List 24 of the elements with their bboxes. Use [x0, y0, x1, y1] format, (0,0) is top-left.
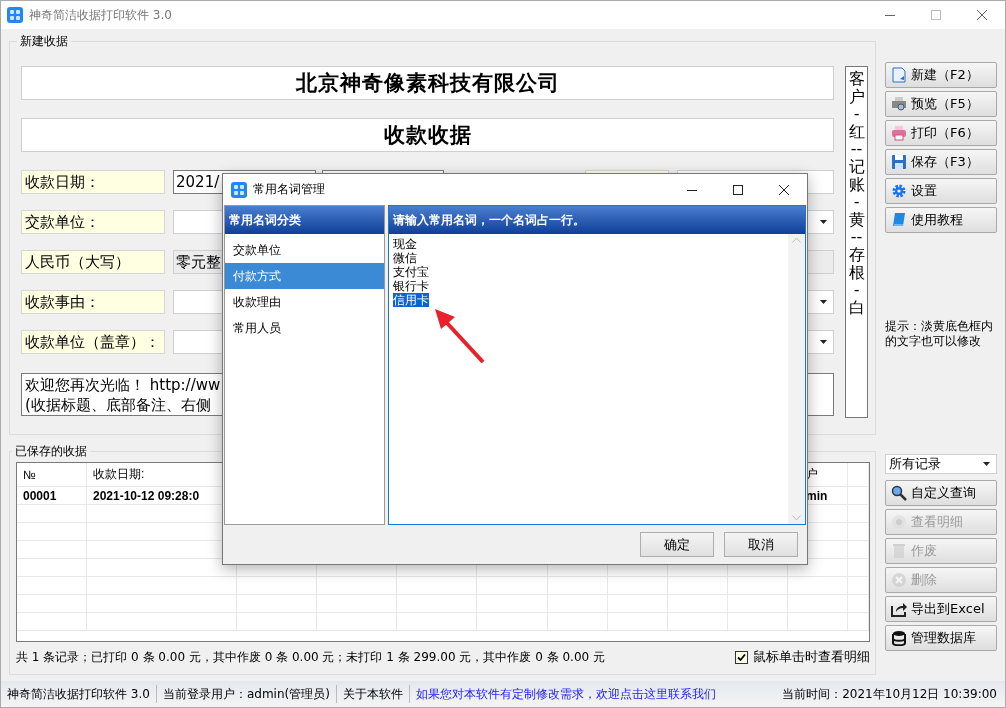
term-line: 微信 — [393, 251, 417, 265]
checkbox-label: 鼠标单击时查看明细 — [753, 648, 871, 666]
status-text: 当前登录用户：admin(管理员) — [156, 685, 337, 703]
term-line: 现金 — [393, 237, 417, 251]
summary-text: 共 1 条记录；已打印 0 条 0.00 元，其中作废 0 条 0.00 元；未打印 1 条 299.00 元，其中作废 0 条 0.00 元 — [16, 648, 605, 666]
group-title: 新建收据 — [19, 33, 69, 50]
term-line: 银行卡 — [393, 279, 429, 293]
column-header: № — [17, 463, 87, 487]
field-label: 收款日期： — [21, 170, 165, 194]
status-text: 神奇简洁收据打印软件 3.0 — [1, 685, 157, 703]
status-time: 当前时间：2021年10月12日 10:39:00 — [782, 685, 998, 703]
field-label: 人民币（大写） — [21, 250, 165, 274]
dialog-title: 常用名词管理 — [253, 181, 325, 198]
copies-note: 客户-红--记账-黄--存根-白 — [845, 66, 869, 418]
window-title: 神奇简洁收据打印软件 3.0 — [29, 6, 172, 24]
hint-text: 提示：淡黄底色框内的文字也可以修改 — [885, 319, 995, 349]
panel-header: 请输入常用名词，一个名词占一行。 — [389, 206, 805, 234]
panel-header: 常用名词分类 — [225, 206, 384, 234]
table-cell: 00001 — [17, 487, 87, 505]
group-title: 已保存的收据 — [14, 443, 88, 460]
field-label: 收款事由： — [21, 290, 165, 314]
field-label: 收款单位（盖章）： — [21, 330, 165, 354]
field-label: 交款单位： — [21, 210, 165, 234]
term-line: 支付宝 — [393, 265, 429, 279]
